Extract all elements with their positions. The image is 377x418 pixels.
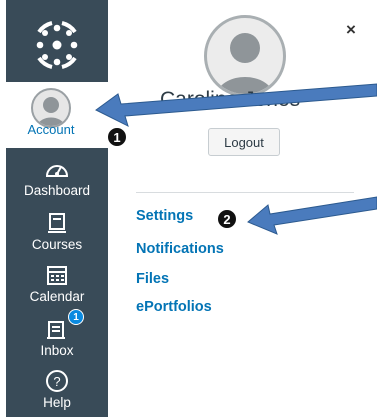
nav-label-dashboard: Dashboard <box>23 183 91 198</box>
annotation-marker-2: 2 <box>216 208 238 230</box>
nav-item-help[interactable]: ? Help <box>6 364 108 418</box>
nav-label-account: Account <box>27 122 75 137</box>
canvas-logo[interactable] <box>6 10 108 80</box>
user-name: Caroline Jones <box>160 88 301 111</box>
profile-avatar <box>204 15 286 97</box>
arrow-2 <box>247 196 377 235</box>
global-navigation: Dashboard Courses Calendar Inbox ? Help <box>6 0 108 417</box>
logout-button[interactable]: Logout <box>208 128 280 156</box>
nav-item-courses[interactable]: Courses <box>6 206 108 260</box>
dashboard-gauge-icon <box>44 156 70 182</box>
link-files[interactable]: Files <box>136 271 169 287</box>
calendar-icon <box>45 262 69 288</box>
link-notifications[interactable]: Notifications <box>136 241 224 257</box>
link-settings[interactable]: Settings <box>136 208 193 224</box>
close-tray-button[interactable]: × <box>346 20 356 40</box>
canvas-logo-icon <box>36 21 78 69</box>
nav-label-calendar: Calendar <box>29 289 85 304</box>
help-question-icon: ? <box>45 368 69 394</box>
nav-item-dashboard[interactable]: Dashboard <box>6 152 108 206</box>
inbox-icon <box>45 316 69 342</box>
nav-label-help: Help <box>43 395 71 410</box>
annotation-marker-1: 1 <box>106 126 128 148</box>
link-eportfolios[interactable]: ePortfolios <box>136 299 212 315</box>
nav-label-courses: Courses <box>31 237 83 252</box>
svg-text:?: ? <box>53 374 60 389</box>
nav-item-calendar[interactable]: Calendar <box>6 258 108 312</box>
courses-book-icon <box>45 210 69 236</box>
nav-item-inbox[interactable]: Inbox <box>6 312 108 366</box>
inbox-unread-badge: 1 <box>68 309 84 325</box>
tray-divider <box>136 192 354 193</box>
nav-label-inbox: Inbox <box>40 343 74 358</box>
